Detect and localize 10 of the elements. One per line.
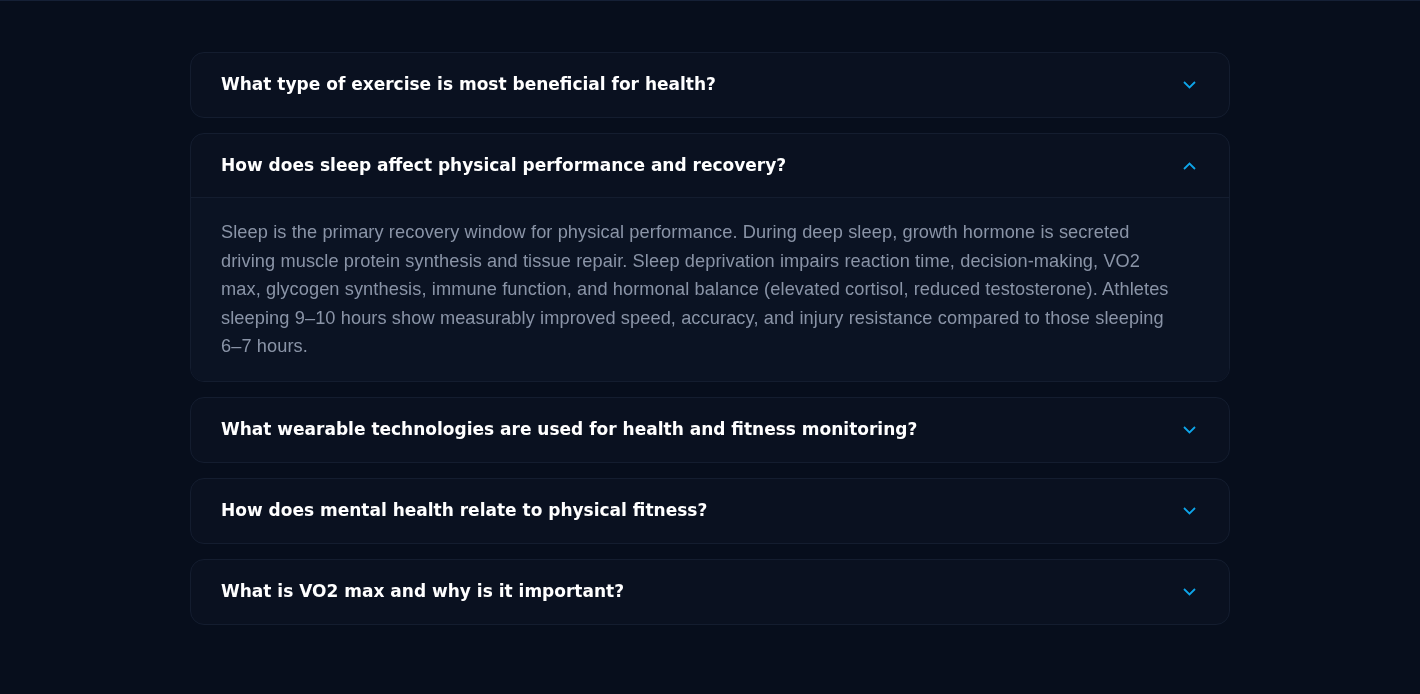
faq-question-button[interactable]: What is VO2 max and why is it important?: [191, 559, 1229, 624]
faq-question-button[interactable]: What wearable technologies are used for health and fitness monitoring?: [191, 397, 1229, 462]
chevron-down-icon: [1183, 506, 1196, 515]
faq-question-button[interactable]: What type of exercise is most beneficial for health?: [191, 53, 1229, 117]
faq-question-button[interactable]: How does mental health relate to physical fitness?: [191, 478, 1229, 543]
chevron-down-icon: [1183, 587, 1196, 596]
chevron-down-icon: [1183, 425, 1196, 434]
chevron-down-icon: [1183, 81, 1196, 89]
chevron-up-icon: [1183, 161, 1196, 170]
faq-answer: Sleep is the primary recovery window for physical performance. During deep sleep, growth hormone is secreted driving muscle protein synthesis and tissue repair. Sleep deprivation impairs reaction time, decision-making, VO2 max, glycogen synthesis, immune function, and hormonal balance (elevated cortisol, reduced testosterone). Athletes sleeping 9–10 hours show measurably improved speed, accuracy, and injury resistance compared to those sleeping 6–7 hours.: [221, 221, 1170, 359]
